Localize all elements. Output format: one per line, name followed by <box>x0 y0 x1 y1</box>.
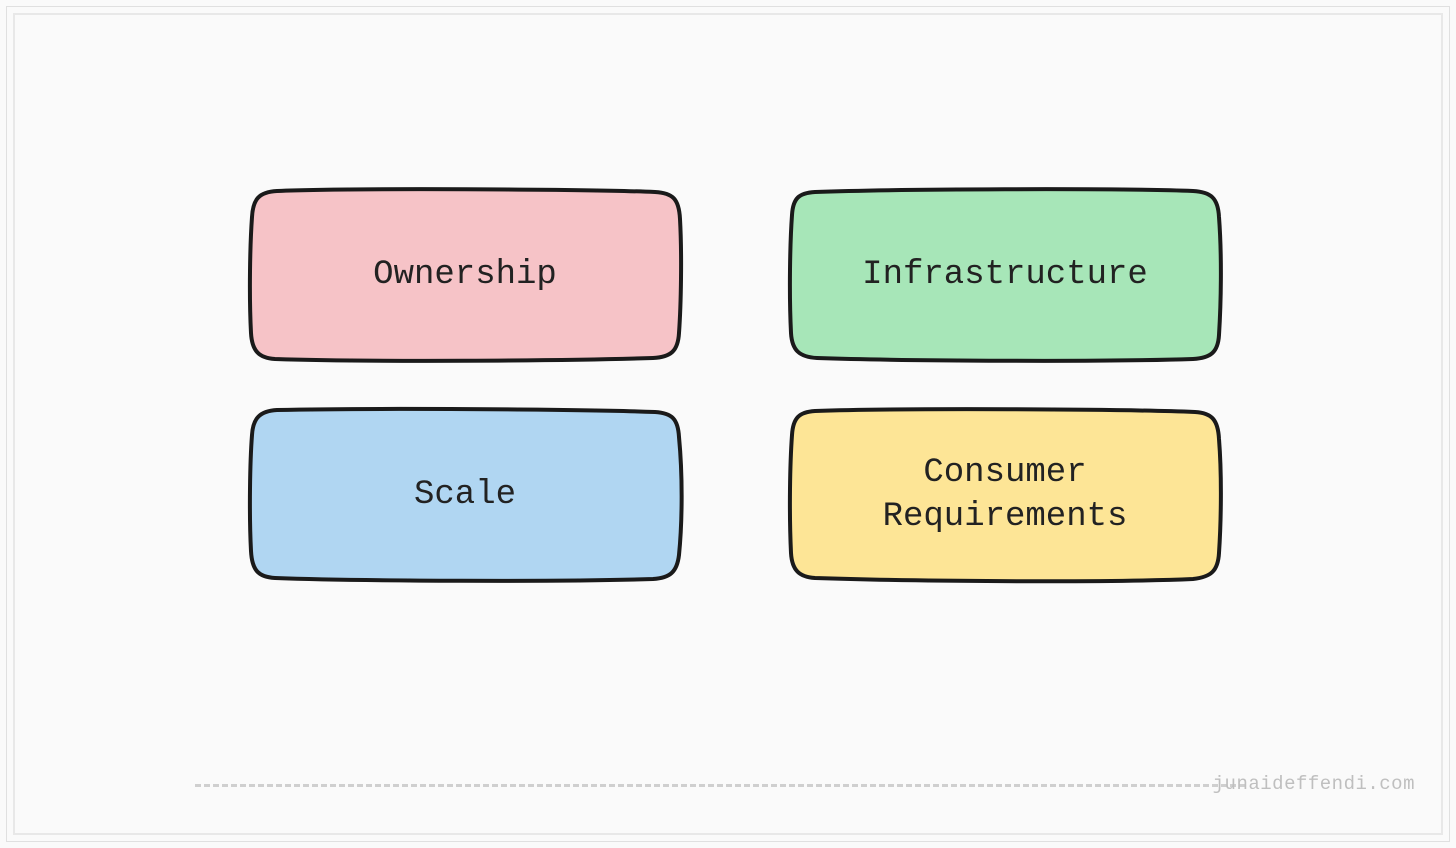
box-label: Scale <box>414 473 516 517</box>
box-consumer-requirements: Consumer Requirements <box>785 405 1225 585</box>
box-ownership: Ownership <box>245 185 685 365</box>
outer-frame: Ownership Infrastructure Scale Consumer … <box>6 6 1450 842</box>
footer-divider <box>195 784 1245 787</box>
inner-frame: Ownership Infrastructure Scale Consumer … <box>13 13 1443 835</box>
box-label: Consumer Requirements <box>883 451 1128 539</box>
attribution-text: junaideffendi.com <box>1213 773 1415 795</box>
box-scale: Scale <box>245 405 685 585</box>
box-infrastructure: Infrastructure <box>785 185 1225 365</box>
box-label: Infrastructure <box>862 253 1148 297</box>
box-label: Ownership <box>373 253 557 297</box>
boxes-grid: Ownership Infrastructure Scale Consumer … <box>245 185 1225 585</box>
